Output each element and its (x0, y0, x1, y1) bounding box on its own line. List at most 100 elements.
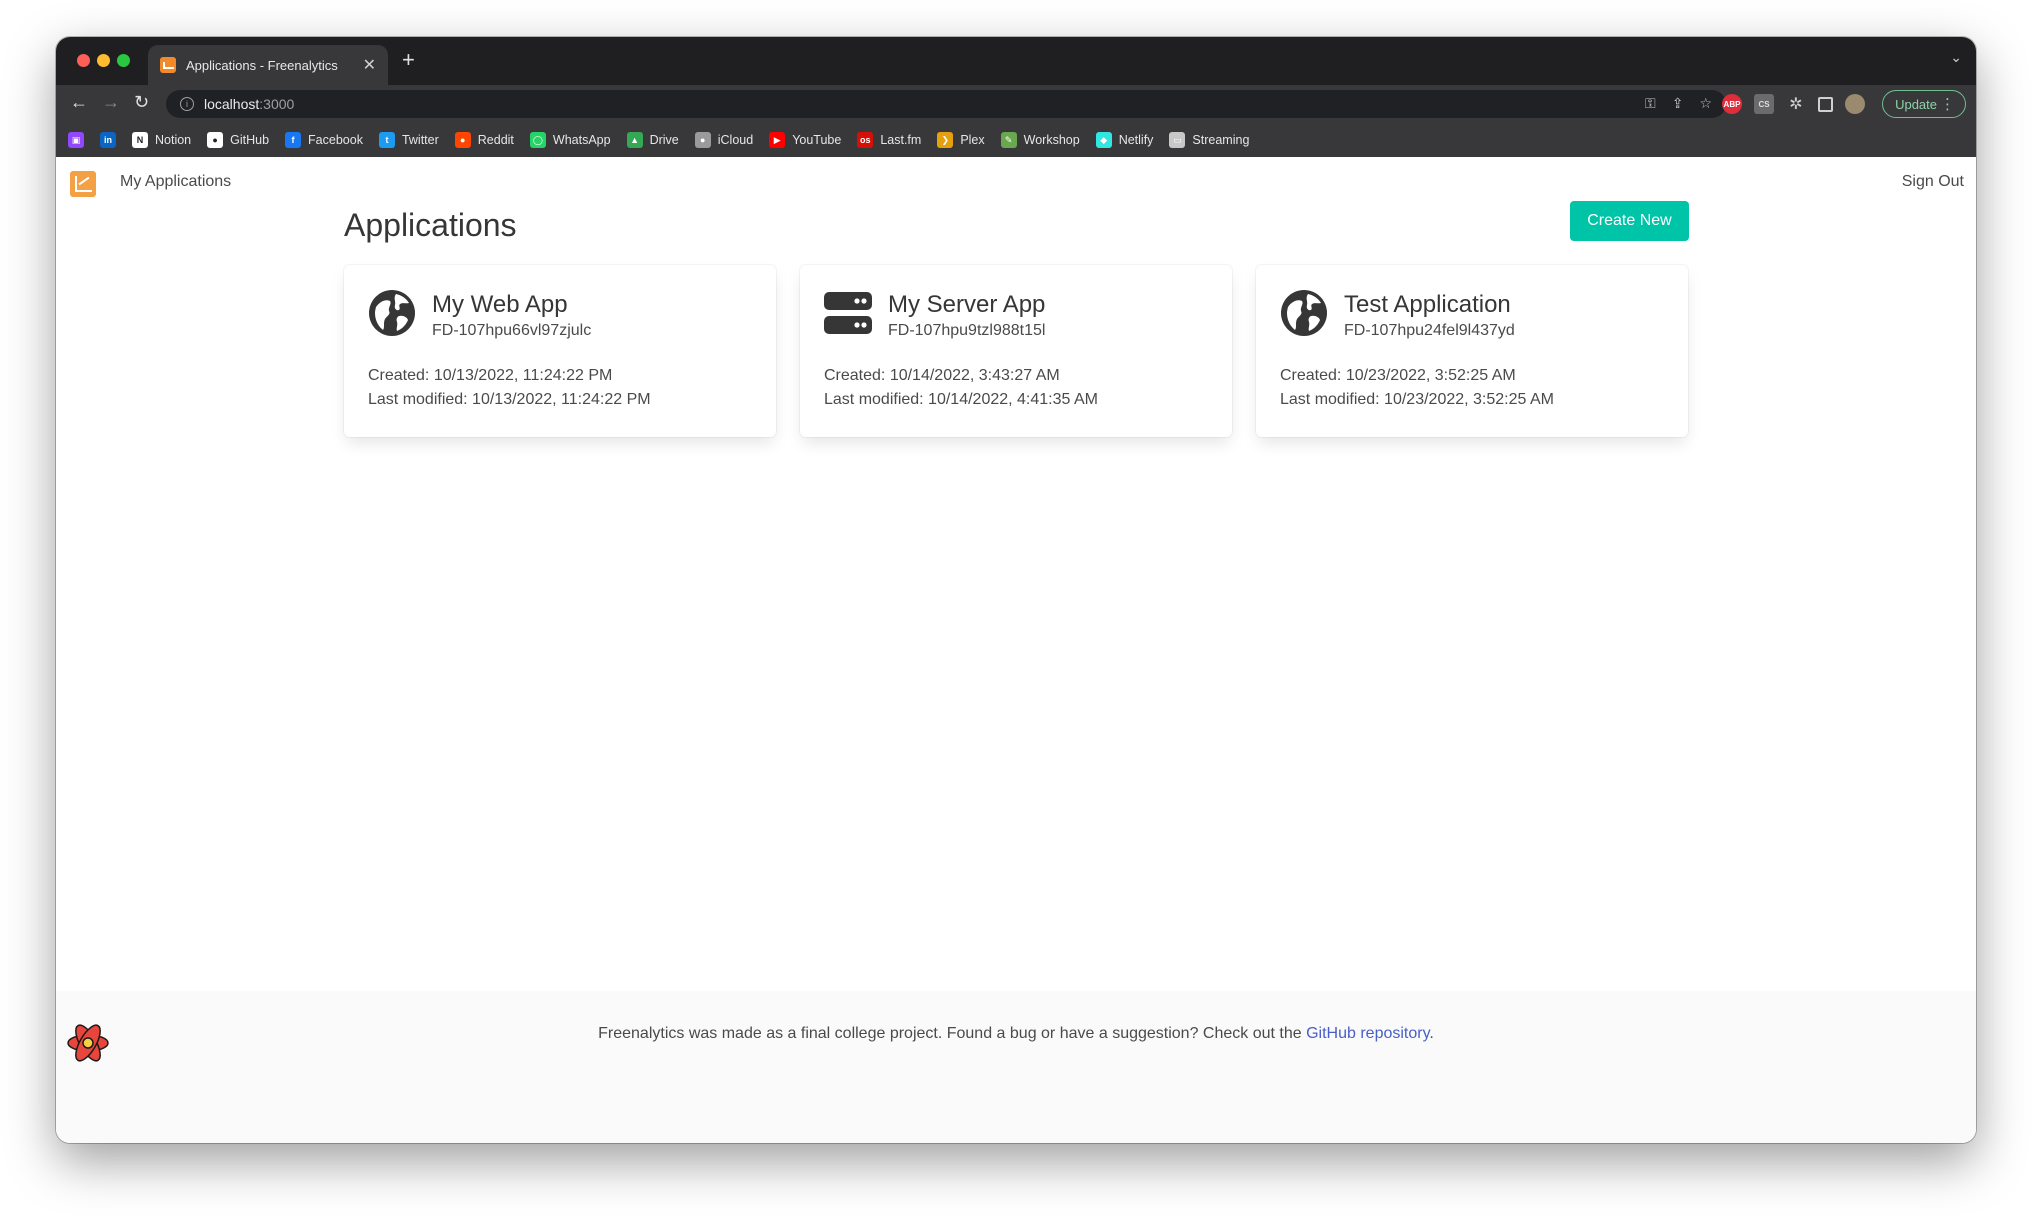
bookmark-label: Workshop (1023, 133, 1080, 147)
netlify-icon: ◆ (1095, 132, 1112, 148)
star-icon[interactable]: ☆ (1699, 95, 1712, 112)
globe-icon (369, 290, 415, 336)
new-tab-button[interactable]: + (402, 47, 415, 73)
my-applications-link[interactable]: My Applications (120, 173, 231, 191)
update-label: Update (1895, 96, 1937, 112)
bookmark-label: Plex (960, 133, 985, 147)
bookmark-twitter[interactable]: t Twitter (378, 132, 439, 148)
bookmark-label: Notion (155, 133, 192, 147)
bookmark-label: Twitter (401, 133, 439, 147)
key-icon[interactable]: ⚿ (1645, 95, 1656, 112)
sign-out-link[interactable]: Sign Out (1902, 173, 1964, 191)
bookmarks-bar: ▣ in N Notion ● GitHub f Facebook t Twitter ● Reddi… (56, 123, 1976, 157)
card-modified: Last modified: 10/23/2022, 3:52:25 AM (1280, 391, 1554, 408)
browser-window: Applications - Freenalytics ✕ + ⌄ ← → ↻ … (56, 37, 1976, 1143)
brand-logo-icon[interactable] (70, 171, 96, 197)
bookmark-label: Last.fm (880, 133, 922, 147)
bookmark-label: GitHub (230, 133, 270, 147)
bookmark-twitch[interactable]: ▣ (68, 132, 84, 148)
twitter-icon: t (378, 132, 395, 148)
apple-icon: ● (694, 132, 711, 148)
bookmark-youtube[interactable]: ▶ YouTube (769, 132, 841, 148)
github-repository-link[interactable]: GitHub repository (1306, 1025, 1429, 1042)
tab-close-icon[interactable]: ✕ (363, 55, 376, 75)
bookmark-workshop[interactable]: ✎ Workshop (1000, 132, 1080, 148)
tab-search-icon[interactable]: ⌄ (1950, 49, 1962, 66)
back-button[interactable]: ← (70, 92, 88, 113)
card-title[interactable]: Test Application (1344, 291, 1511, 319)
bookmark-label: WhatsApp (552, 133, 611, 147)
twitch-icon: ▣ (68, 132, 84, 148)
card-title[interactable]: My Web App (432, 291, 568, 319)
profile-avatar[interactable] (1845, 94, 1865, 114)
globe-icon (1281, 290, 1327, 336)
cs-icon[interactable]: CS (1754, 94, 1774, 114)
workshop-icon: ✎ (1000, 132, 1017, 148)
bookmark-facebook[interactable]: f Facebook (285, 132, 363, 148)
update-button[interactable]: Update (1882, 90, 1966, 118)
bookmark-label: Netlify (1118, 133, 1154, 147)
card-title[interactable]: My Server App (888, 291, 1045, 319)
plex-icon: ❯ (937, 132, 954, 148)
whatsapp-icon: ◯ (529, 132, 546, 148)
close-window-button[interactable] (77, 54, 90, 67)
bookmark-icloud[interactable]: ● iCloud (694, 132, 753, 148)
folder-icon: ▭ (1169, 132, 1186, 148)
bookmark-last-fm[interactable]: os Last.fm (857, 132, 921, 148)
url-port: :3000 (259, 96, 295, 112)
application-card[interactable]: My Server App FD-107hpu9tzl988t15l Creat… (800, 265, 1232, 437)
bookmark-label: Facebook (308, 133, 363, 147)
card-modified: Last modified: 10/13/2022, 11:24:22 PM (368, 391, 651, 408)
card-modified: Last modified: 10/14/2022, 4:41:35 AM (824, 391, 1098, 408)
minimize-window-button[interactable] (97, 54, 110, 67)
bookmark-reddit[interactable]: ● Reddit (454, 132, 514, 148)
drive-icon: ▲ (626, 132, 643, 148)
site-info-icon[interactable]: i (180, 97, 194, 111)
card-app-id: FD-107hpu66vl97zjulc (432, 322, 592, 339)
notion-icon: N (132, 132, 148, 148)
reddit-icon: ● (454, 132, 471, 148)
bookmark-linkedin[interactable]: in (100, 132, 116, 148)
bookmark-plex[interactable]: ❯ Plex (937, 132, 985, 148)
browser-tab[interactable]: Applications - Freenalytics ✕ (148, 45, 388, 85)
forward-button[interactable]: → (102, 92, 120, 113)
reload-button[interactable]: ↻ (134, 92, 149, 113)
card-created: Created: 10/14/2022, 3:43:27 AM (824, 367, 1060, 384)
bookmark-netlify[interactable]: ◆ Netlify (1095, 132, 1154, 148)
bookmark-github[interactable]: ● GitHub (207, 132, 269, 148)
linkedin-icon: in (100, 132, 116, 148)
lastfm-icon: os (857, 132, 874, 148)
bookmark-drive[interactable]: ▲ Drive (626, 132, 679, 148)
bookmark-streaming[interactable]: ▭ Streaming (1169, 132, 1249, 148)
web-page: My Applications Sign Out Applications Cr… (56, 157, 1976, 1143)
abp-icon[interactable]: ABP (1722, 94, 1742, 114)
address-bar[interactable]: i localhost:3000 ⚿ ⇪ ☆ (166, 90, 1726, 118)
bookmark-label: YouTube (792, 133, 842, 147)
youtube-icon: ▶ (769, 132, 786, 148)
side-panel-icon[interactable] (1818, 96, 1833, 112)
create-new-button[interactable]: Create New (1570, 201, 1689, 241)
footer-text: Freenalytics was made as a final college… (56, 1025, 1976, 1043)
bookmark-label: Reddit (477, 133, 514, 147)
bookmark-label: Streaming (1192, 133, 1250, 147)
application-card[interactable]: My Web App FD-107hpu66vl97zjulc Created:… (344, 265, 776, 437)
card-created: Created: 10/13/2022, 11:24:22 PM (368, 367, 613, 384)
tab-title: Applications - Freenalytics (186, 57, 338, 73)
tab-strip: Applications - Freenalytics ✕ + ⌄ (56, 37, 1976, 85)
footer-period: . (1429, 1025, 1434, 1042)
maximize-window-button[interactable] (117, 54, 130, 67)
facebook-icon: f (285, 132, 302, 148)
application-card[interactable]: Test Application FD-107hpu24fel9l437yd C… (1256, 265, 1688, 437)
freenalytics-favicon-icon (160, 57, 176, 73)
github-icon: ● (207, 132, 224, 148)
browser-toolbar: ← → ↻ i localhost:3000 ⚿ ⇪ ☆ ABP CS ✲ Up… (56, 85, 1976, 123)
bookmark-whatsapp[interactable]: ◯ WhatsApp (529, 132, 611, 148)
card-app-id: FD-107hpu9tzl988t15l (888, 322, 1046, 339)
footer-message: Freenalytics was made as a final college… (598, 1025, 1307, 1042)
bookmark-notion[interactable]: N Notion (132, 132, 191, 148)
bookmark-label: Drive (649, 133, 679, 147)
extensions-puzzle-icon[interactable]: ✲ (1786, 94, 1806, 114)
share-icon[interactable]: ⇪ (1672, 95, 1684, 112)
server-icon (824, 292, 872, 334)
url-host: localhost (204, 96, 260, 112)
